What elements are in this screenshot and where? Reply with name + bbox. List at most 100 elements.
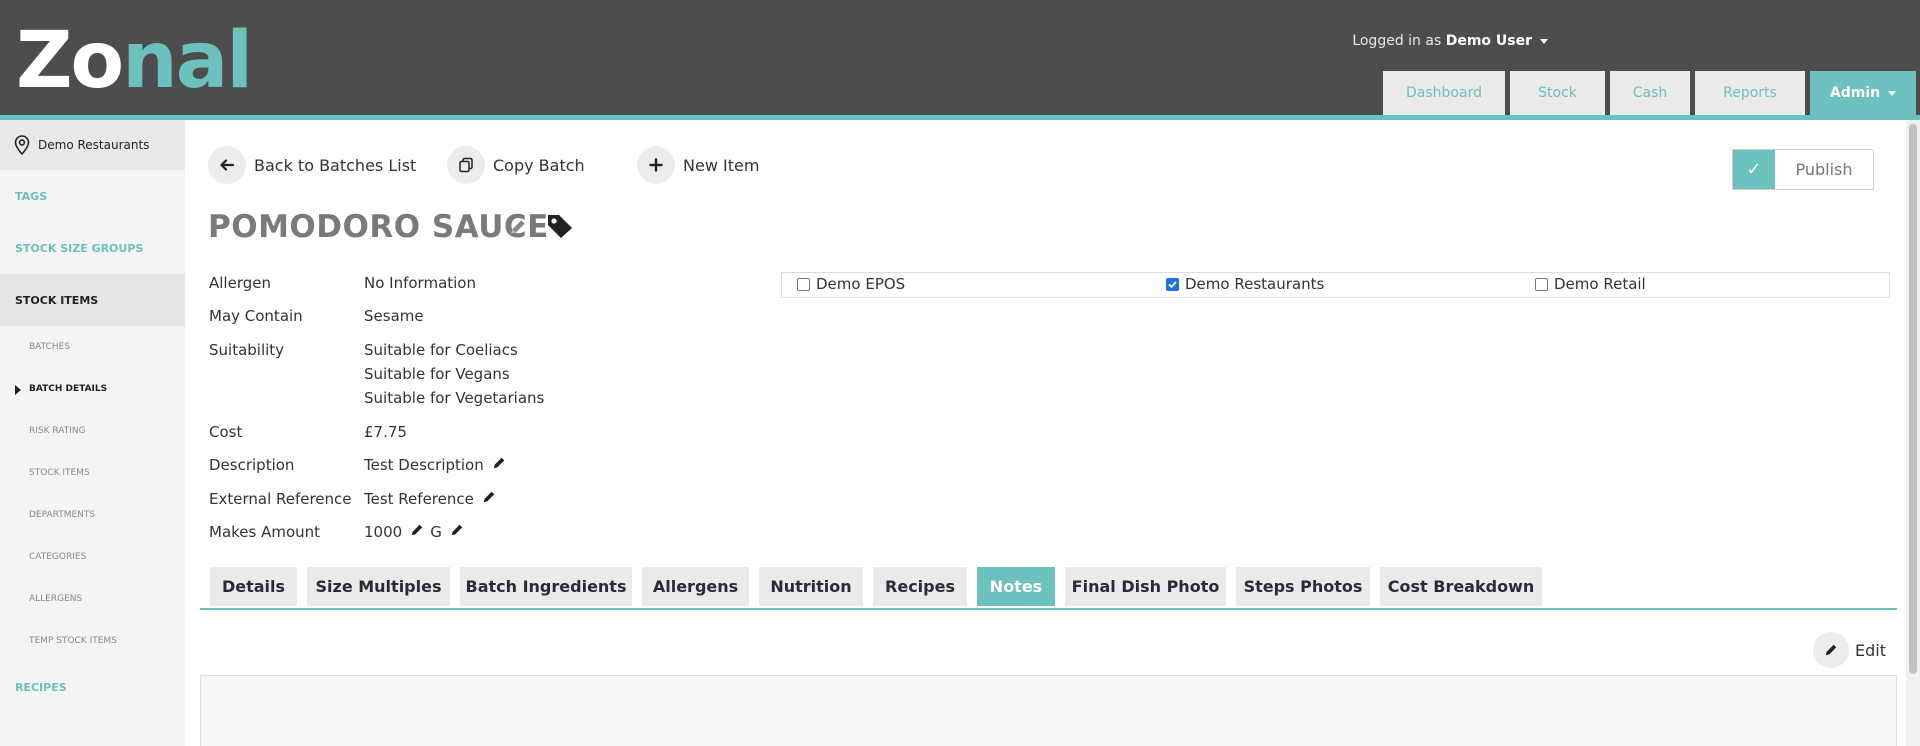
nav-admin-label: Admin	[1829, 85, 1881, 101]
value-external-reference-row: Test Reference	[364, 490, 496, 508]
triangle-right-icon	[15, 385, 21, 395]
value-external-reference: Test Reference	[364, 490, 474, 508]
new-item-label: New Item	[683, 155, 760, 175]
edit-notes-button[interactable]: Edit	[1813, 632, 1886, 668]
sidebar-stock-size-groups[interactable]: STOCK SIZE GROUPS	[0, 222, 185, 274]
sidebar: Demo Restaurants TAGS STOCK SIZE GROUPS …	[0, 120, 185, 746]
sidebar-sub-batch-details[interactable]: BATCH DETAILS	[0, 368, 185, 410]
site-demo-restaurants[interactable]: Demo Restaurants	[1166, 275, 1324, 293]
sidebar-sub-temp-stock-items[interactable]: TEMP STOCK ITEMS	[0, 620, 185, 662]
label-suitability: Suitability	[209, 341, 285, 359]
sidebar-sub-batches[interactable]: BATCHES	[0, 326, 185, 368]
top-header: Zonal Logged in as Demo User Dashboard S…	[0, 0, 1920, 115]
edit-title-pencil-icon[interactable]	[509, 218, 527, 240]
back-to-batches-button[interactable]: Back to Batches List	[208, 146, 416, 184]
value-description: Test Description	[364, 456, 484, 474]
value-allergen: No Information	[364, 274, 476, 292]
copy-batch-button[interactable]: Copy Batch	[447, 146, 585, 184]
tab-steps-photos[interactable]: Steps Photos	[1236, 567, 1370, 606]
value-description-row: Test Description	[364, 456, 506, 474]
label-description: Description	[209, 456, 295, 474]
sites-checkbox-row: Demo EPOS Demo Restaurants Demo Retail	[781, 272, 1890, 298]
tab-details[interactable]: Details	[210, 567, 297, 606]
tab-notes[interactable]: Notes	[977, 567, 1055, 606]
edit-amount-pencil-icon[interactable]	[410, 523, 424, 541]
check-icon: ✓	[1733, 150, 1775, 189]
value-cost: £7.75	[364, 423, 407, 441]
tab-allergens[interactable]: Allergens	[642, 567, 749, 606]
caret-down-icon	[1540, 38, 1548, 44]
edit-description-pencil-icon[interactable]	[492, 456, 506, 474]
checkbox-demo-retail[interactable]	[1535, 277, 1548, 291]
header-accent-bar	[0, 115, 1920, 120]
zonal-logo[interactable]: Zonal	[16, 22, 253, 100]
sidebar-sub-categories[interactable]: CATEGORIES	[0, 536, 185, 578]
value-may-contain: Sesame	[364, 307, 424, 325]
location-label: Demo Restaurants	[38, 138, 150, 152]
tab-final-dish-photo[interactable]: Final Dish Photo	[1065, 567, 1226, 606]
checkbox-demo-epos[interactable]	[797, 277, 810, 291]
nav-admin[interactable]: Admin	[1810, 71, 1916, 115]
value-makes-amount-row: 1000 G	[364, 523, 464, 541]
check-icon	[1168, 280, 1177, 288]
tag-icon[interactable]	[546, 213, 574, 243]
sidebar-sub-risk-rating[interactable]: RISK RATING	[0, 410, 185, 452]
scrollbar-thumb[interactable]	[1909, 124, 1917, 674]
tab-cost-breakdown[interactable]: Cost Breakdown	[1380, 567, 1542, 606]
edit-label: Edit	[1855, 640, 1886, 660]
map-pin-icon	[14, 135, 30, 155]
logged-in-menu[interactable]: Logged in as Demo User	[1352, 33, 1548, 49]
site-label: Demo EPOS	[816, 275, 906, 293]
publish-button[interactable]: ✓ Publish	[1732, 149, 1874, 190]
checkbox-demo-restaurants[interactable]	[1166, 277, 1179, 291]
value-suitability-vegetarians: Suitable for Vegetarians	[364, 389, 545, 407]
pencil-icon	[1813, 632, 1849, 668]
site-label: Demo Retail	[1554, 275, 1646, 293]
tab-batch-ingredients[interactable]: Batch Ingredients	[460, 567, 632, 606]
sidebar-recipes[interactable]: RECIPES	[0, 662, 185, 712]
nav-dashboard[interactable]: Dashboard	[1383, 71, 1505, 115]
site-label: Demo Restaurants	[1185, 275, 1325, 293]
logged-in-prefix: Logged in as	[1352, 33, 1442, 49]
value-suitability-vegans: Suitable for Vegans	[364, 365, 510, 383]
notes-content-area[interactable]	[200, 675, 1897, 746]
user-name: Demo User	[1445, 33, 1532, 49]
label-may-contain: May Contain	[209, 307, 303, 325]
back-label: Back to Batches List	[254, 155, 417, 175]
tab-nutrition[interactable]: Nutrition	[759, 567, 863, 606]
page-title: POMODORO SAUCE	[208, 209, 549, 245]
copy-label: Copy Batch	[493, 155, 585, 175]
sidebar-sub-label: BATCH DETAILS	[29, 384, 108, 394]
value-makes-amount: 1000	[364, 523, 403, 541]
detail-tabs: Details Size Multiples Batch Ingredients…	[200, 567, 1897, 610]
caret-down-icon	[1888, 90, 1897, 96]
main-nav: Dashboard Stock Cash Reports Admin	[1383, 71, 1916, 115]
sidebar-tags[interactable]: TAGS	[0, 170, 185, 222]
nav-stock[interactable]: Stock	[1510, 71, 1605, 115]
publish-label: Publish	[1795, 160, 1853, 179]
tab-size-multiples[interactable]: Size Multiples	[307, 567, 450, 606]
site-demo-retail[interactable]: Demo Retail	[1535, 275, 1646, 293]
sidebar-sub-allergens[interactable]: ALLERGENS	[0, 578, 185, 620]
label-allergen: Allergen	[209, 274, 271, 292]
nav-cash[interactable]: Cash	[1610, 71, 1690, 115]
value-suitability-coeliacs: Suitable for Coeliacs	[364, 341, 518, 359]
site-demo-epos[interactable]: Demo EPOS	[797, 275, 905, 293]
new-item-button[interactable]: New Item	[637, 146, 759, 184]
tab-recipes[interactable]: Recipes	[873, 567, 967, 606]
edit-unit-pencil-icon[interactable]	[450, 523, 464, 541]
sidebar-stock-items[interactable]: STOCK ITEMS	[0, 274, 185, 326]
copy-icon	[447, 146, 485, 184]
label-makes-amount: Makes Amount	[209, 523, 321, 541]
value-makes-unit: G	[430, 523, 442, 541]
label-cost: Cost	[209, 423, 243, 441]
sidebar-sub-departments[interactable]: DEPARTMENTS	[0, 494, 185, 536]
arrow-left-icon	[208, 146, 246, 184]
sidebar-sub-stock-items[interactable]: STOCK ITEMS	[0, 452, 185, 494]
plus-icon	[637, 146, 675, 184]
nav-reports[interactable]: Reports	[1695, 71, 1805, 115]
label-external-reference: External Reference	[209, 490, 352, 508]
location-selector[interactable]: Demo Restaurants	[0, 120, 185, 170]
edit-reference-pencil-icon[interactable]	[482, 490, 496, 508]
page-scrollbar[interactable]	[1906, 120, 1920, 746]
